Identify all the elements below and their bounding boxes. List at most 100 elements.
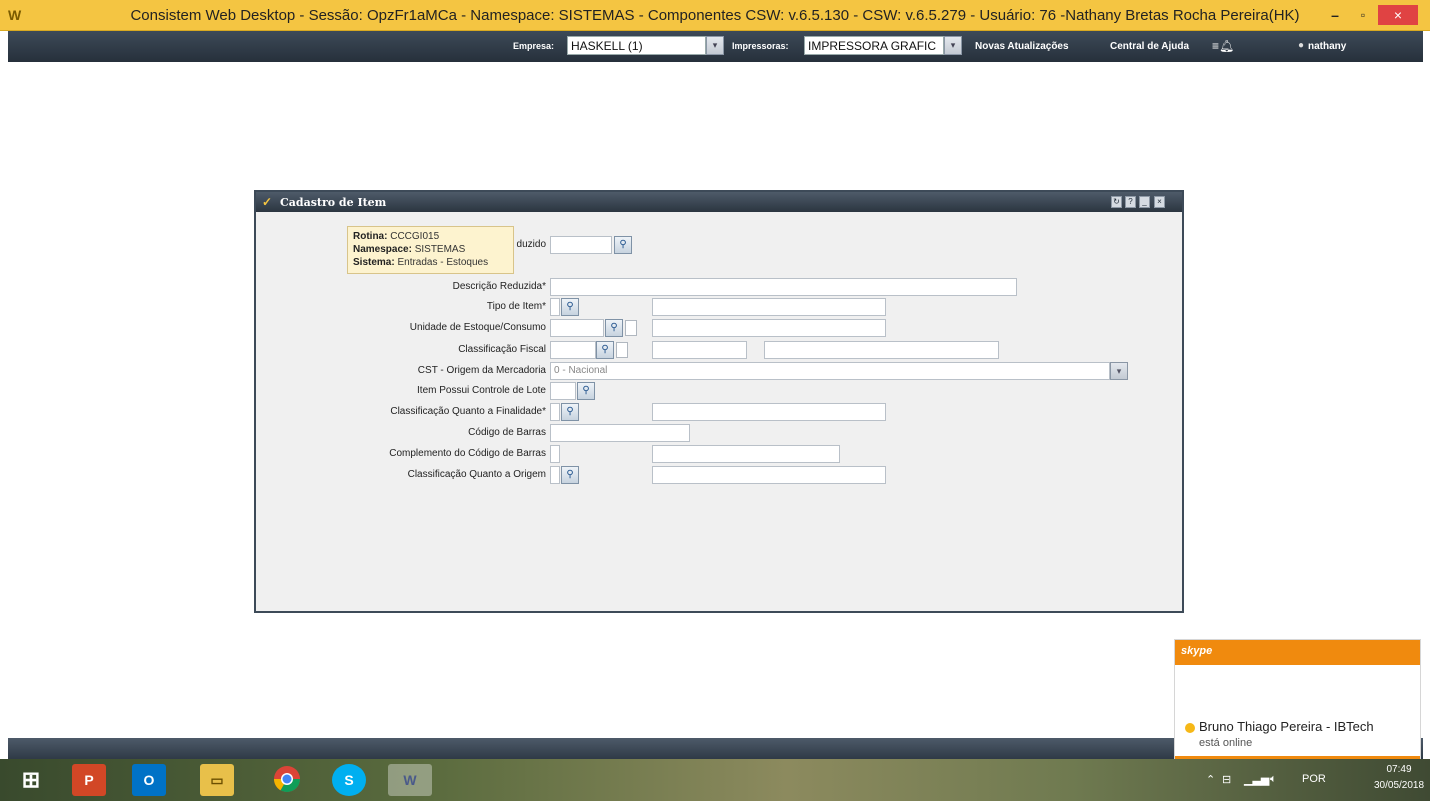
cst-origem-select[interactable]: 0 - Nacional	[550, 362, 1110, 380]
network-icon[interactable]: ⊟	[1222, 773, 1231, 786]
classificacao-origem-label: Classificação Quanto a Origem	[407, 469, 546, 480]
skype-logo-icon: skype	[1181, 645, 1213, 657]
cst-origem-dropdown-icon[interactable]: ▾	[1110, 362, 1128, 380]
dialog-help-icon[interactable]: ?	[1125, 196, 1136, 208]
maximize-button[interactable]: ▫	[1350, 5, 1376, 25]
classificacao-fiscal-description	[764, 341, 999, 359]
novas-atualizacoes-link[interactable]: Novas Atualizações	[975, 41, 1069, 52]
classificacao-fiscal-search-icon[interactable]: ⚲	[596, 341, 614, 359]
tray-chevron-icon[interactable]: ⌃	[1206, 773, 1215, 786]
complemento-codigo-barras-description	[652, 445, 840, 463]
consistem-logo-icon: ✓	[262, 195, 273, 209]
windows-taskbar: ⊞ P O ▭ S W ⌃ ⊟ ▁▃▅ 🔈︎ POR 07:49 30/05/2…	[0, 759, 1430, 801]
tipo-item-input[interactable]	[550, 298, 560, 316]
skype-contact-status: está online	[1199, 737, 1253, 749]
empresa-select[interactable]: HASKELL (1)	[567, 36, 706, 55]
dialog-header: ✓ Cadastro de Item ↻ ? _ ×	[256, 192, 1182, 212]
rotina-tooltip: Rotina: CCCGI015 Namespace: SISTEMAS Sis…	[347, 226, 514, 274]
skype-notification-header: skype	[1175, 640, 1420, 665]
skype-notification[interactable]: skype Bruno Thiago Pereira - IBTech está…	[1174, 639, 1421, 762]
empresa-label: Empresa:	[513, 41, 555, 51]
skype-taskbar-icon[interactable]: S	[332, 764, 366, 796]
classificacao-finalidade-search-icon[interactable]: ⚲	[561, 403, 579, 421]
classificacao-finalidade-input[interactable]	[550, 403, 560, 421]
window-titlebar: W Consistem Web Desktop - Sessão: OpzFr1…	[0, 0, 1430, 31]
classificacao-fiscal-label: Classificação Fiscal	[458, 344, 546, 355]
impressoras-select[interactable]: IMPRESSORA GRAFIC	[804, 36, 944, 55]
controle-lote-search-icon[interactable]: ⚲	[577, 382, 595, 400]
complemento-codigo-barras-label: Complemento do Código de Barras	[389, 448, 546, 459]
row-controle-lote: Item Possui Controle de Lote ⚲	[256, 382, 1182, 402]
skype-contact-name: Bruno Thiago Pereira - IBTech	[1199, 719, 1374, 734]
row-codigo-barras: Código de Barras	[256, 424, 1182, 444]
classificacao-fiscal-input[interactable]	[550, 341, 596, 359]
row-classificacao-finalidade: Classificação Quanto a Finalidade* ⚲	[256, 403, 1182, 423]
cst-origem-label: CST - Origem da Mercadoria	[417, 365, 546, 376]
window-title: Consistem Web Desktop - Sessão: OpzFr1aM…	[130, 7, 1300, 24]
unidade-estoque-description	[652, 319, 886, 337]
central-ajuda-link[interactable]: Central de Ajuda	[1110, 41, 1189, 52]
descricao-reduzida-label: Descrição Reduzida*	[452, 281, 546, 292]
outlook-taskbar-icon[interactable]: O	[132, 764, 166, 796]
row-classificacao-fiscal: Classificação Fiscal ⚲	[256, 341, 1182, 361]
descricao-reduzida-input[interactable]	[550, 278, 1017, 296]
dialog-close-icon[interactable]: ×	[1154, 196, 1165, 208]
unidade-estoque-label: Unidade de Estoque/Consumo	[409, 322, 546, 333]
volume-icon[interactable]: 🔈︎	[1270, 773, 1277, 786]
codigo-barras-label: Código de Barras	[468, 427, 546, 438]
system-clock[interactable]: 07:49 30/05/2018	[1374, 762, 1424, 794]
tooltip-rotina-value: CCCGI015	[390, 231, 440, 242]
language-indicator[interactable]: POR	[1302, 773, 1326, 785]
dialog-minimize-icon[interactable]: _	[1139, 196, 1150, 208]
impressoras-label: Impressoras:	[732, 41, 789, 51]
classificacao-origem-search-icon[interactable]: ⚲	[561, 466, 579, 484]
dialog-refresh-icon[interactable]: ↻	[1111, 196, 1122, 208]
codigo-reduzido-input[interactable]	[550, 236, 612, 254]
row-tipo-item: Tipo de Item* ⚲	[256, 298, 1182, 318]
controle-lote-input[interactable]	[550, 382, 576, 400]
unidade-estoque-search-icon[interactable]: ⚲	[605, 319, 623, 337]
powerpoint-taskbar-icon[interactable]: P	[72, 764, 106, 796]
classificacao-finalidade-description	[652, 403, 886, 421]
tipo-item-description	[652, 298, 886, 316]
file-explorer-taskbar-icon[interactable]: ▭	[200, 764, 234, 796]
notifications-bell-icon[interactable]: ≡🔔︎	[1212, 39, 1234, 53]
dialog-title: Cadastro de Item	[280, 196, 387, 209]
tooltip-sistema-label: Sistema:	[353, 257, 395, 268]
controle-lote-label: Item Possui Controle de Lote	[417, 385, 546, 396]
complemento-codigo-barras-input[interactable]	[550, 445, 560, 463]
row-cst-origem: CST - Origem da Mercadoria 0 - Nacional …	[256, 362, 1182, 382]
row-complemento-codigo-barras: Complemento do Código de Barras	[256, 445, 1182, 465]
user-name[interactable]: nathany	[1308, 41, 1346, 52]
presence-status-icon	[1185, 723, 1195, 733]
consistem-taskbar-icon[interactable]: W	[388, 764, 432, 796]
classificacao-origem-input[interactable]	[550, 466, 560, 484]
classificacao-finalidade-label: Classificação Quanto a Finalidade*	[390, 406, 546, 417]
user-icon: ●	[1298, 40, 1305, 51]
unidade-estoque-document-icon[interactable]	[625, 320, 637, 336]
codigo-reduzido-search-icon[interactable]: ⚲	[614, 236, 632, 254]
tipo-item-label: Tipo de Item*	[486, 301, 546, 312]
empresa-dropdown-icon[interactable]: ▾	[706, 36, 724, 55]
classificacao-fiscal-code	[652, 341, 747, 359]
clock-time: 07:49	[1386, 764, 1412, 775]
unidade-estoque-input[interactable]	[550, 319, 604, 337]
tooltip-rotina-label: Rotina:	[353, 231, 388, 242]
tooltip-sistema-value: Entradas - Estoques	[397, 257, 489, 268]
classificacao-fiscal-document-icon[interactable]	[616, 342, 628, 358]
tipo-item-search-icon[interactable]: ⚲	[561, 298, 579, 316]
impressoras-dropdown-icon[interactable]: ▾	[944, 36, 962, 55]
close-button[interactable]: ×	[1378, 5, 1418, 25]
chrome-taskbar-icon[interactable]	[270, 764, 304, 796]
tooltip-namespace-value: SISTEMAS	[414, 244, 466, 255]
windows-start-icon[interactable]: ⊞	[14, 764, 48, 796]
classificacao-origem-description	[652, 466, 886, 484]
row-descricao-reduzida: Descrição Reduzida*	[256, 278, 1182, 298]
signal-icon[interactable]: ▁▃▅	[1244, 773, 1269, 786]
app-header-bar: Empresa: HASKELL (1) ▾ Impressoras: IMPR…	[8, 31, 1423, 62]
row-classificacao-origem: Classificação Quanto a Origem ⚲	[256, 466, 1182, 486]
row-unidade-estoque: Unidade de Estoque/Consumo ⚲	[256, 319, 1182, 339]
minimize-button[interactable]: –	[1322, 5, 1348, 25]
tooltip-namespace-label: Namespace:	[353, 244, 412, 255]
codigo-barras-input[interactable]	[550, 424, 690, 442]
